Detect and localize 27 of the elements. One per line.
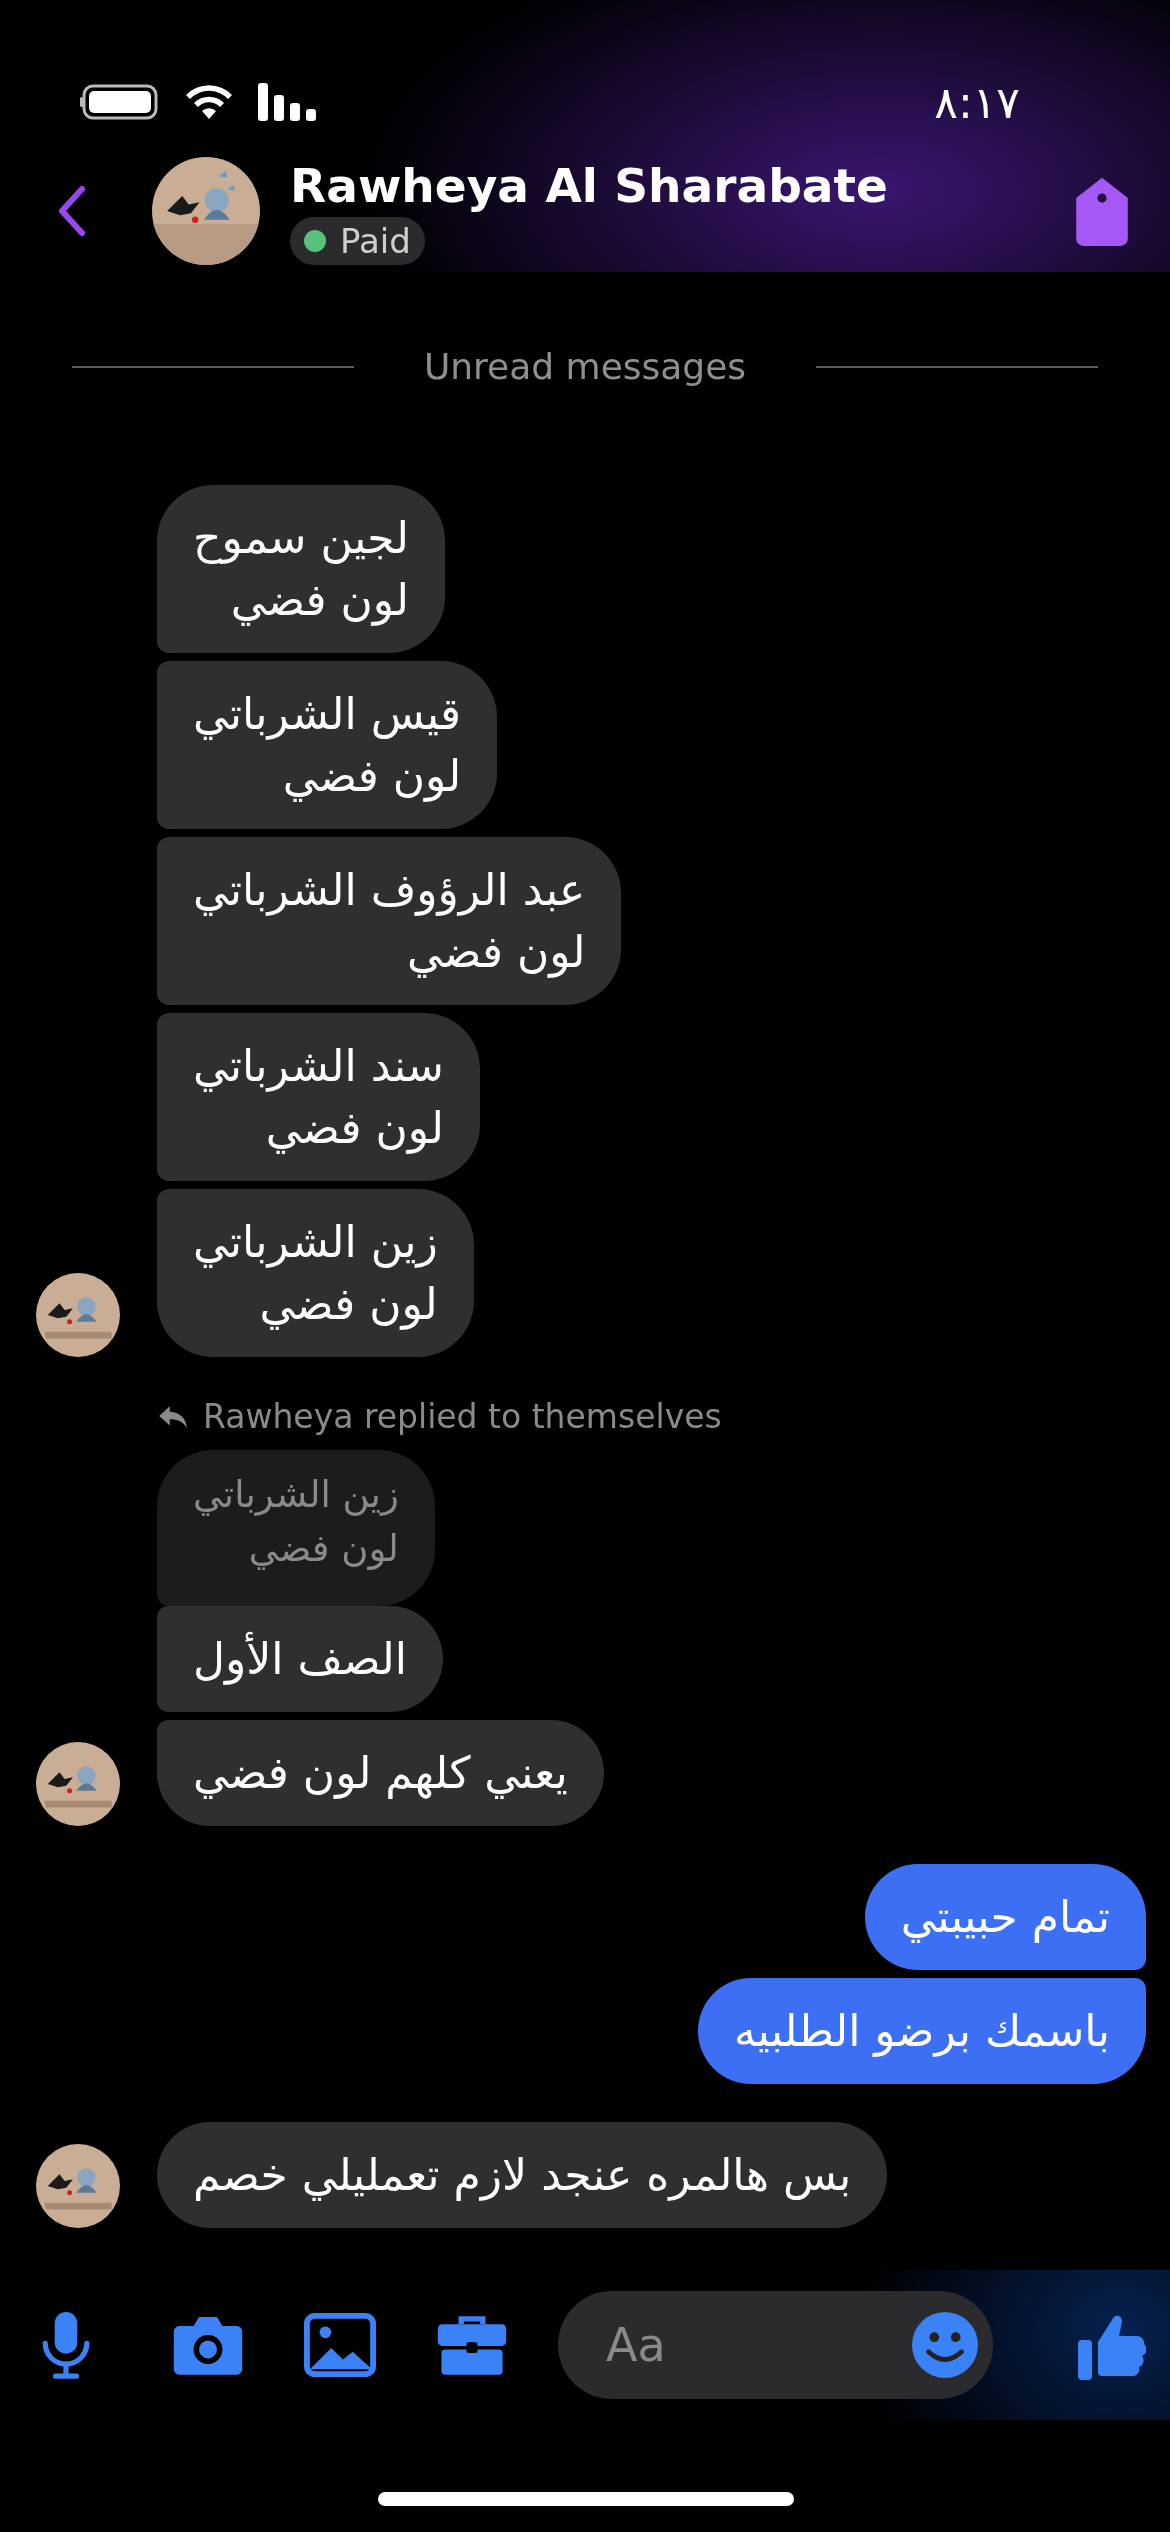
- status-time: ٨:١٧: [934, 76, 1020, 128]
- message-bubble[interactable]: سند الشرباتي لون فضي: [157, 1013, 480, 1181]
- message-bubble[interactable]: لجين سموح لون فضي: [157, 485, 445, 653]
- message-bubble[interactable]: تمام حبيبتي: [864, 1864, 1146, 1970]
- microphone-icon[interactable]: [40, 2309, 92, 2381]
- status-badge: Paid: [290, 216, 425, 265]
- image-icon[interactable]: [304, 2310, 376, 2380]
- message-bubble[interactable]: بس هالمره عنجد لازم تعمليلي خصم: [157, 2122, 888, 2228]
- quoted-message[interactable]: زين الشرباتي لون فضي: [157, 1450, 435, 1606]
- emoji-icon[interactable]: [911, 2311, 979, 2379]
- back-icon[interactable]: [56, 185, 86, 237]
- text-input[interactable]: Aa: [604, 2317, 911, 2373]
- message-bubble[interactable]: يعني كلهم لون فضي: [157, 1720, 604, 1826]
- battery-icon: [80, 84, 160, 120]
- message-bubble[interactable]: زين الشرباتي لون فضي: [157, 1189, 474, 1357]
- contact-name: Rawheya Al Sharabate: [290, 157, 888, 213]
- wifi-icon: [184, 83, 234, 121]
- message-bubble[interactable]: الصف الأول: [157, 1606, 443, 1712]
- tag-icon[interactable]: [1074, 176, 1130, 246]
- reply-note: Rawheya replied to themselves: [203, 1397, 722, 1436]
- unread-divider-label: Unread messages: [423, 346, 747, 387]
- message-bubble[interactable]: عبد الرؤوف الشرباتي لون فضي: [157, 837, 622, 1005]
- message-bubble[interactable]: قيس الشرباتي لون فضي: [157, 661, 498, 829]
- message-bubble[interactable]: باسمك برضو الطلبيه: [697, 1978, 1146, 2084]
- signal-icon: [258, 83, 318, 121]
- status-dot-icon: [304, 229, 326, 252]
- message-input[interactable]: Aa: [558, 2291, 993, 2399]
